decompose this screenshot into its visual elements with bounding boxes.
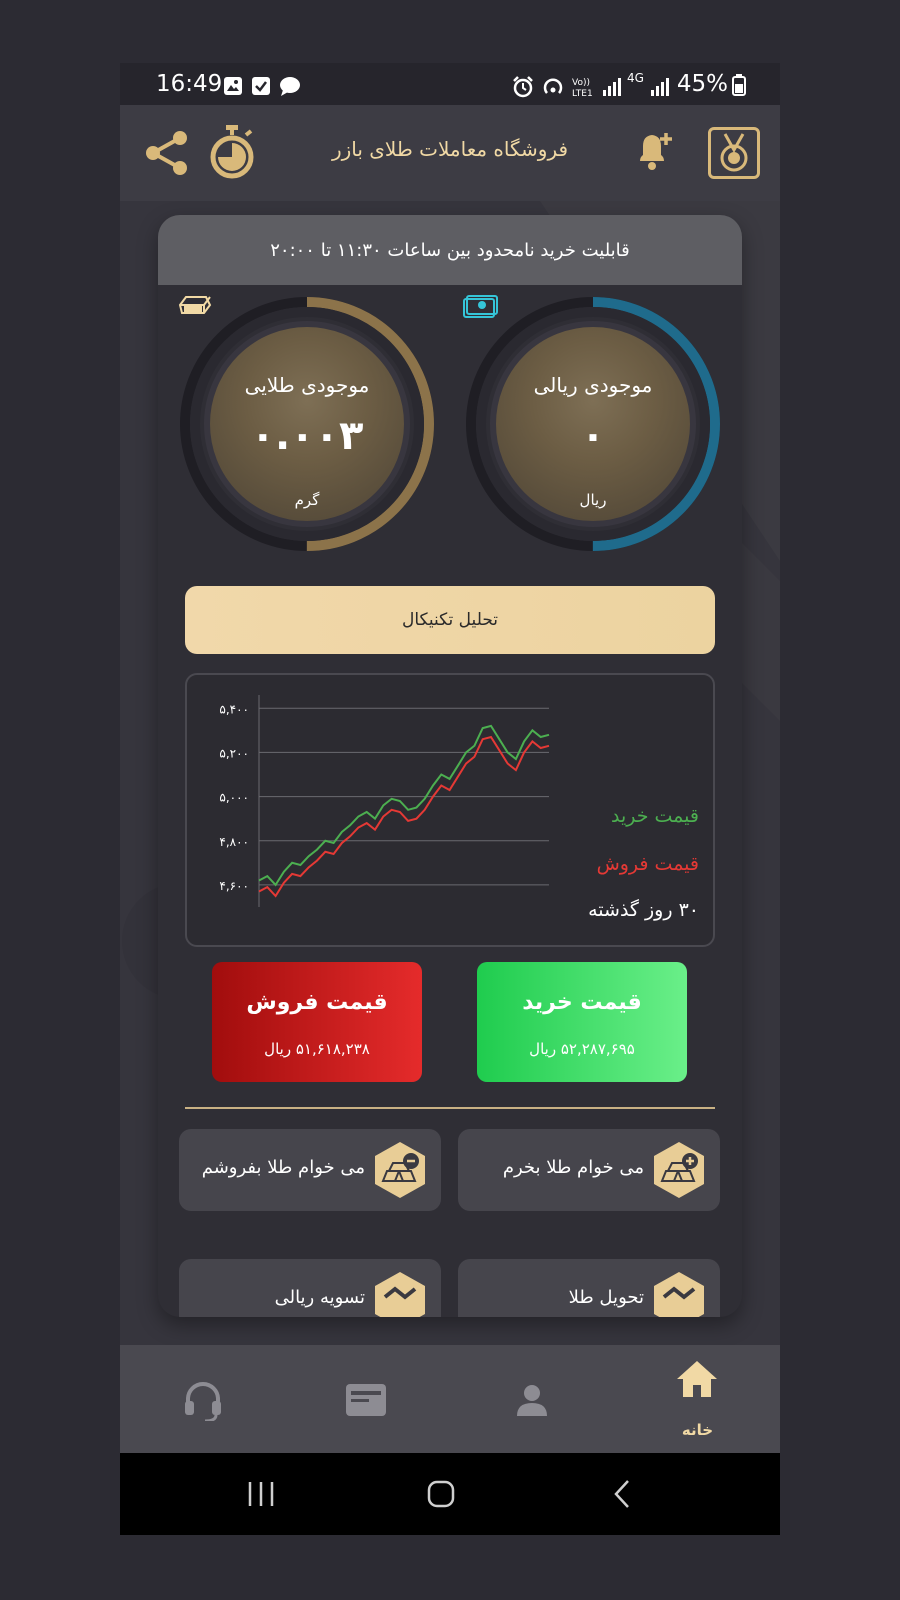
gold-bar-icon xyxy=(178,296,212,314)
y-tick-label: ۴,۶۰۰ xyxy=(219,879,249,893)
buy-price-card[interactable]: قیمت خرید ۵۲,۲۸۷,۶۹۵ ریال xyxy=(477,962,687,1082)
price-chart[interactable]: ۵,۴۰۰ ۵,۲۰۰ ۵,۰۰۰ ۴,۸۰۰ ۴,۶۰۰ قیمت خرید قیمت… xyxy=(185,673,715,947)
chat-icon xyxy=(280,77,300,96)
sell-gold-icon xyxy=(375,1142,425,1198)
buy-price-line xyxy=(258,724,550,887)
handshake-icon xyxy=(654,1272,704,1317)
alarm-icon xyxy=(513,76,533,98)
hotspot-icon xyxy=(543,78,563,94)
deliver-gold-label: تحویل طلا xyxy=(568,1287,644,1308)
system-navigation xyxy=(120,1453,780,1535)
bottom-navigation: خانه xyxy=(120,1345,780,1453)
home-icon xyxy=(677,1361,717,1397)
profile-icon xyxy=(517,1385,547,1416)
sell-price-title: قیمت فروش xyxy=(246,990,388,1015)
legend-sell-price: قیمت فروش xyxy=(596,853,699,875)
medal-logo-icon xyxy=(708,127,760,179)
settle-rial-button[interactable]: تسویه ریالی xyxy=(179,1259,441,1317)
chart-period-label: ۳۰ روز گذشته xyxy=(588,899,699,921)
gold-balance-unit: گرم xyxy=(294,491,320,509)
buy-price-value: ۵۲,۲۸۷,۶۹۵ ریال xyxy=(529,1040,635,1058)
svg-text:Vo)): Vo)) xyxy=(572,78,590,88)
bell-plus-icon[interactable] xyxy=(634,129,674,173)
nav-cards[interactable] xyxy=(285,1345,450,1453)
buy-gold-label: می خوام طلا بخرم xyxy=(502,1157,644,1178)
buy-gold-button[interactable]: می خوام طلا بخرم xyxy=(458,1129,720,1211)
rial-balance-unit: ریال xyxy=(579,491,607,509)
battery-percent: 45% xyxy=(676,71,728,97)
y-tick-label: ۴,۸۰۰ xyxy=(219,835,249,849)
nav-home[interactable]: خانه xyxy=(615,1345,780,1453)
headset-icon xyxy=(185,1382,221,1421)
svg-text:LTE1: LTE1 xyxy=(572,89,593,98)
app-bar: فروشگاه معاملات طلای بازر xyxy=(120,105,780,201)
image-icon xyxy=(224,77,242,95)
main-card: قابلیت خرید نامحدود بین ساعات ۱۱:۳۰ تا ۲… xyxy=(158,215,742,1317)
deliver-gold-button[interactable]: تحویل طلا xyxy=(458,1259,720,1317)
checkbox-icon xyxy=(252,77,270,95)
sell-price-value: ۵۱,۶۱۸,۲۳۸ ریال xyxy=(264,1040,370,1058)
legend-buy-price: قیمت خرید xyxy=(611,805,699,827)
handshake-icon xyxy=(375,1272,425,1317)
nav-home-label: خانه xyxy=(681,1421,714,1439)
y-tick-label: ۵,۰۰۰ xyxy=(219,791,249,805)
rial-balance-title: موجودی ریالی xyxy=(533,373,653,397)
sell-gold-label: می خوام طلا بفروشم xyxy=(201,1157,365,1178)
status-bar: 16:49 Vo)) LTE1 4G 45% xyxy=(120,63,780,105)
y-tick-label: ۵,۲۰۰ xyxy=(219,746,249,760)
network-type: 4G xyxy=(627,71,644,85)
recents-icon[interactable] xyxy=(246,1479,276,1509)
rial-balance-value: ۰ xyxy=(580,413,606,459)
buy-price-title: قیمت خرید xyxy=(522,990,642,1015)
gold-balance-gauge[interactable]: موجودی طلایی ۰.۰۰۳ گرم xyxy=(176,293,438,555)
nav-support[interactable] xyxy=(120,1345,285,1453)
gold-balance-title: موجودی طلایی xyxy=(244,373,370,397)
sell-gold-button[interactable]: می خوام طلا بفروشم xyxy=(179,1129,441,1211)
money-icon xyxy=(463,295,498,318)
battery-icon xyxy=(732,74,746,96)
card-icon xyxy=(346,1384,386,1416)
y-tick-label: ۵,۴۰۰ xyxy=(219,702,249,716)
sell-price-line xyxy=(258,735,550,898)
divider xyxy=(185,1107,715,1109)
signal-icon xyxy=(651,78,669,96)
back-icon[interactable] xyxy=(610,1479,634,1509)
status-time: 16:49 xyxy=(156,71,223,97)
settle-rial-label: تسویه ریالی xyxy=(274,1287,365,1308)
gold-balance-value: ۰.۰۰۳ xyxy=(250,413,364,459)
app-title: فروشگاه معاملات طلای بازر xyxy=(331,137,569,161)
buy-gold-icon xyxy=(654,1142,704,1198)
purchase-notice: قابلیت خرید نامحدود بین ساعات ۱۱:۳۰ تا ۲… xyxy=(158,215,742,285)
sell-price-card[interactable]: قیمت فروش ۵۱,۶۱۸,۲۳۸ ریال xyxy=(212,962,422,1082)
phone-screen: 16:49 Vo)) LTE1 4G 45% فروشگاه معاملات طل… xyxy=(120,63,780,1535)
volte-icon: Vo))LTE1 xyxy=(572,78,593,98)
nav-profile[interactable] xyxy=(450,1345,615,1453)
signal-icon xyxy=(603,78,621,96)
technical-analysis-button[interactable]: تحلیل تکنیکال xyxy=(185,586,715,654)
rial-balance-gauge[interactable]: موجودی ریالی ۰ ریال xyxy=(462,293,724,555)
home-system-icon[interactable] xyxy=(426,1479,456,1509)
